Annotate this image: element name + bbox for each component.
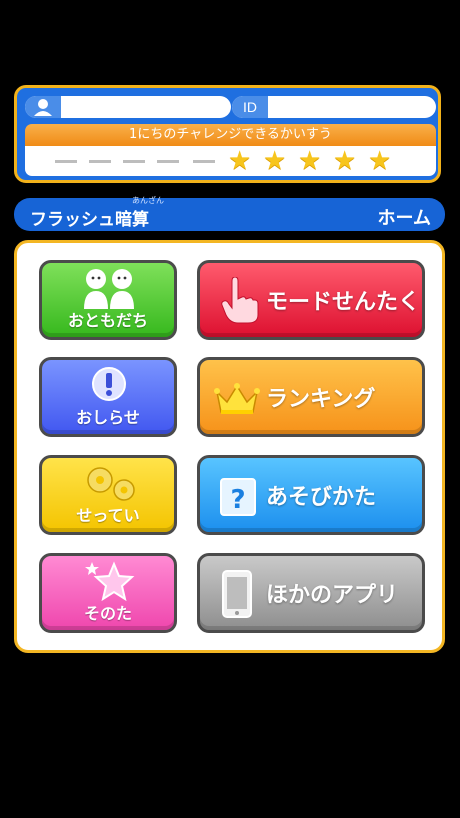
other-apps-label: ほかのアプリ: [266, 583, 399, 608]
svg-text:?: ?: [230, 485, 245, 515]
screen-title: ホーム: [377, 208, 431, 229]
daily-challenge-label: 1にちのチャレンジできるかいすう: [25, 124, 436, 146]
friends-label: おともだち: [67, 311, 148, 330]
home-menu: おともだち モードせんたく おしらせ ランキング せってい ? あそびかた その…: [14, 240, 445, 653]
empty-slot: [123, 160, 145, 163]
how-to-play-button[interactable]: ? あそびかた: [197, 455, 425, 535]
friends-button[interactable]: おともだち: [39, 260, 177, 340]
other-button[interactable]: そのた: [39, 553, 177, 633]
how-to-play-label: あそびかた: [266, 485, 377, 510]
mode-select-button[interactable]: モードせんたく: [197, 260, 425, 340]
other-apps-button[interactable]: ほかのアプリ: [197, 553, 425, 633]
news-button[interactable]: おしらせ: [39, 357, 177, 437]
challenge-count-row: ★ ★ ★ ★ ★: [25, 146, 436, 176]
empty-slot: [193, 160, 215, 163]
id-label: ID: [232, 96, 268, 118]
ranking-label: ランキング: [266, 387, 376, 412]
star-icon: ★: [263, 146, 287, 176]
two-people-icon: [84, 269, 134, 309]
smartphone-icon: [222, 570, 252, 618]
star-icon: ★: [298, 146, 322, 176]
crown-icon: [214, 383, 260, 414]
gears-icon: [87, 467, 135, 501]
star-icon: [85, 561, 135, 602]
star-icon: ★: [368, 146, 392, 176]
settings-button[interactable]: せってい: [39, 455, 177, 535]
empty-slot: [55, 160, 77, 163]
exclamation-icon: [92, 367, 126, 401]
star-icon: ★: [333, 146, 357, 176]
user-id-field: ID: [232, 96, 436, 118]
mode-select-label: モードせんたく: [266, 290, 421, 315]
pointing-hand-icon: [221, 277, 259, 324]
empty-slot: [89, 160, 111, 163]
profile-panel: ID 1にちのチャレンジできるかいすう ★ ★ ★ ★ ★: [14, 85, 441, 183]
ranking-button[interactable]: ランキング: [197, 357, 425, 437]
settings-label: せってい: [76, 506, 140, 525]
user-name-field: [25, 96, 231, 118]
empty-slot: [157, 160, 179, 163]
title-bar: あんざん フラッシュ暗算 ホーム: [14, 196, 445, 231]
star-icon: ★: [228, 146, 252, 176]
person-icon: [25, 96, 61, 118]
app-title: フラッシュ暗算: [30, 210, 149, 230]
question-icon: ?: [220, 478, 256, 516]
other-label: そのた: [83, 604, 132, 623]
news-label: おしらせ: [76, 408, 140, 427]
